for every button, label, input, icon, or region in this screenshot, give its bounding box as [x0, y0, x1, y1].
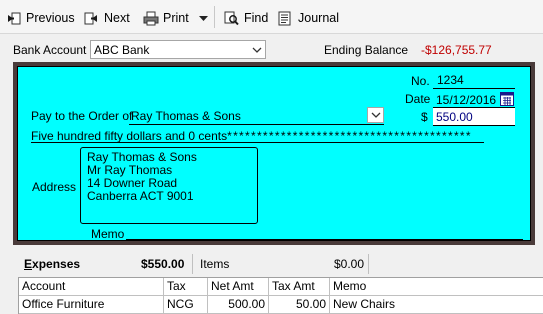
amount-words: Five hundred fifty dollars and 0 cents — [31, 129, 228, 143]
chevron-down-icon[interactable] — [367, 107, 384, 123]
ending-balance-value: -$126,755.77 — [421, 43, 492, 57]
amount-symbol: $ — [421, 110, 428, 124]
amount-input[interactable]: 550.00 — [433, 108, 515, 125]
print-options-dropdown[interactable] — [199, 8, 208, 28]
find-label: Find — [244, 11, 269, 25]
calendar-icon[interactable] — [500, 92, 514, 106]
print-button[interactable]: Print — [143, 8, 189, 28]
date-label: Date — [405, 92, 431, 106]
next-icon — [84, 11, 99, 26]
column-header-memo[interactable]: Memo — [330, 278, 543, 296]
dropdown-arrow-icon — [199, 11, 208, 25]
expenses-tab[interactable]: Expenses — [24, 257, 80, 271]
expenses-label-rest: xpenses — [32, 257, 81, 271]
previous-label: Previous — [26, 11, 75, 25]
cell-account[interactable]: Office Furniture — [19, 296, 164, 314]
find-icon — [224, 11, 239, 26]
cell-tax-amt[interactable]: 50.00 — [269, 296, 330, 314]
address-label: Address — [32, 180, 77, 194]
amount-underline — [433, 125, 515, 126]
memo-underline — [126, 239, 523, 240]
expense-table: Account Tax Net Amt Tax Amt Memo Office … — [18, 277, 543, 314]
cell-memo[interactable]: New Chairs — [330, 296, 543, 314]
memo-label: Memo — [91, 227, 125, 241]
date-input[interactable]: 15/12/2016 — [436, 93, 496, 107]
next-button[interactable]: Next — [84, 8, 130, 28]
column-header-tax[interactable]: Tax — [164, 278, 208, 296]
print-label: Print — [163, 11, 189, 25]
previous-button[interactable]: Previous — [6, 8, 75, 28]
address-line: Mr Ray Thomas — [87, 163, 173, 177]
tab-divider — [368, 254, 369, 274]
bank-account-select[interactable]: ABC Bank — [90, 40, 266, 59]
journal-button[interactable]: Journal — [278, 8, 339, 28]
bank-account-value: ABC Bank — [94, 43, 150, 57]
cheque-no-underline — [433, 88, 515, 89]
next-label: Next — [104, 11, 130, 25]
column-header-tax-amt[interactable]: Tax Amt — [269, 278, 330, 296]
journal-icon — [278, 11, 293, 26]
cell-tax[interactable]: NCG — [164, 296, 208, 314]
column-header-net-amt[interactable]: Net Amt — [208, 278, 269, 296]
toolbar: Previous Next Print Find Journal — [0, 0, 543, 34]
cell-net-amt[interactable]: 500.00 — [208, 296, 269, 314]
find-button[interactable]: Find — [224, 8, 268, 28]
amount-value: 550.00 — [436, 110, 473, 124]
address-line: 14 Downer Road — [87, 176, 178, 190]
expenses-amount: $550.00 — [141, 257, 185, 271]
print-icon — [143, 11, 159, 26]
items-tab[interactable]: Items — [200, 257, 229, 271]
payee-select[interactable]: Ray Thomas & Sons — [129, 107, 384, 124]
payee-underline — [129, 124, 384, 125]
amount-words-fill: ****************************************… — [227, 129, 472, 143]
address-line: Ray Thomas & Sons — [87, 150, 197, 164]
ending-balance-label: Ending Balance — [324, 43, 409, 57]
amount-words-line: Five hundred fifty dollars and 0 cents**… — [31, 129, 472, 143]
bank-account-label: Bank Account — [13, 43, 87, 57]
cheque-no-label: No. — [411, 74, 430, 88]
amount-words-underline — [31, 142, 484, 143]
toolbar-separator — [214, 6, 215, 28]
tab-divider — [192, 254, 193, 274]
address-line: Canberra ACT 9001 — [87, 189, 194, 203]
column-header-account[interactable]: Account — [19, 278, 164, 296]
pay-to-label: Pay to the Order of — [31, 109, 133, 123]
items-amount: $0.00 — [334, 257, 365, 271]
items-label: Items — [200, 257, 230, 271]
cheque-no-input[interactable]: 1234 — [437, 73, 464, 87]
previous-icon — [6, 11, 21, 26]
chevron-down-icon[interactable] — [248, 41, 265, 58]
payee-value: Ray Thomas & Sons — [131, 109, 241, 123]
journal-label: Journal — [298, 11, 339, 25]
